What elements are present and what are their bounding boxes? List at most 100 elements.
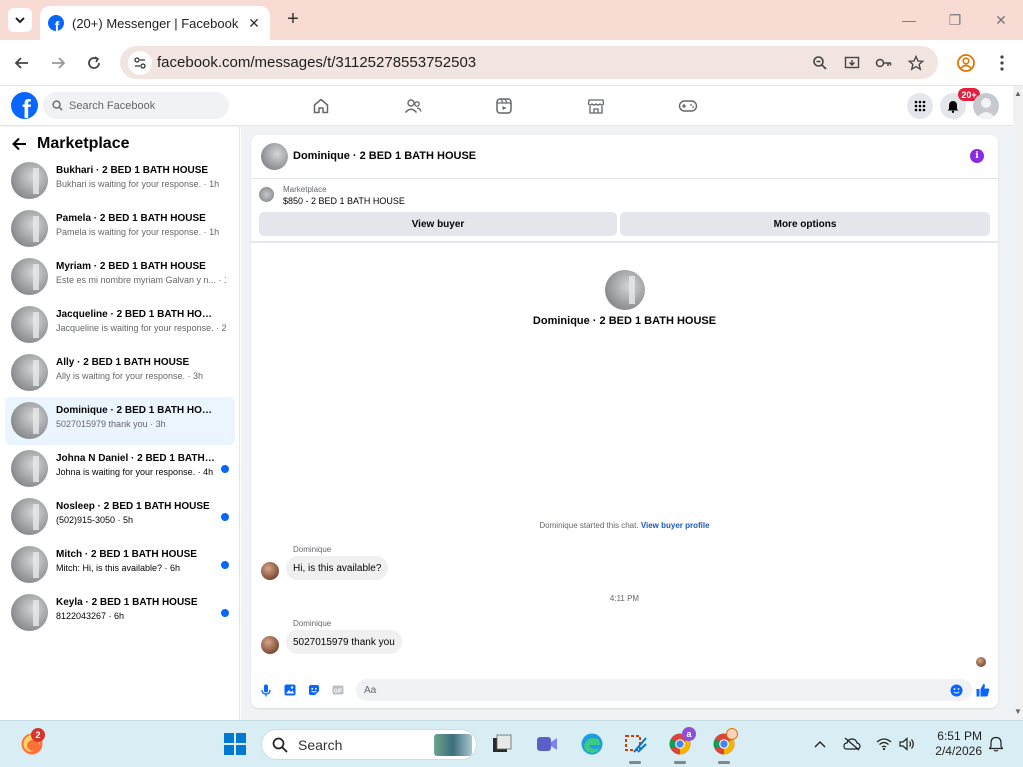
chat-avatar[interactable] xyxy=(261,143,288,170)
site-info-icon[interactable] xyxy=(128,51,152,75)
video-icon xyxy=(496,98,512,114)
nav-friends[interactable] xyxy=(403,96,423,116)
voice-clip-icon[interactable] xyxy=(259,683,273,697)
cloud-offline-icon[interactable] xyxy=(843,735,861,753)
conversation-avatar xyxy=(11,258,48,295)
new-tab-button[interactable]: + xyxy=(282,8,304,30)
message-avatar[interactable] xyxy=(261,562,279,580)
wifi-icon[interactable] xyxy=(875,735,893,753)
conversation-item[interactable]: Johna N Daniel · 2 BED 1 BATH H... Johna… xyxy=(5,445,235,493)
notification-center-bell-icon[interactable] xyxy=(987,735,1005,753)
conversation-avatar xyxy=(11,546,48,583)
conversation-name: Myriam · 2 BED 1 BATH HOUSE xyxy=(56,261,206,272)
browser-toolbar: facebook.com/messages/t/3112527855375250… xyxy=(0,40,1023,86)
sidebar-title: Marketplace xyxy=(37,135,130,152)
conversation-item[interactable]: Ally · 2 BED 1 BATH HOUSE Ally is waitin… xyxy=(5,349,235,397)
tab-close-icon[interactable]: ✕ xyxy=(246,15,262,32)
tab-search-button[interactable] xyxy=(8,8,32,32)
message-avatar[interactable] xyxy=(261,636,279,654)
conversation-item[interactable]: Pamela · 2 BED 1 BATH HOUSE Pamela is wa… xyxy=(5,205,235,253)
message-input[interactable]: Aa xyxy=(356,679,972,701)
facebook-favicon-icon: f xyxy=(48,15,64,31)
edge-taskbar-icon[interactable] xyxy=(579,731,605,757)
chrome-profile-avatar-badge xyxy=(726,728,738,740)
conversation-preview: Bukhari is waiting for your response. · … xyxy=(56,179,220,189)
chat-panel: Dominique · 2 BED 1 BATH HOUSE i Marketp… xyxy=(251,135,998,708)
profile-button[interactable] xyxy=(954,51,978,75)
view-buyer-profile-link[interactable]: View buyer profile xyxy=(641,521,710,530)
scroll-down-arrow[interactable]: ▼ xyxy=(1014,708,1022,716)
volume-icon[interactable] xyxy=(898,735,916,753)
facebook-search-input[interactable]: Search Facebook xyxy=(43,92,229,119)
close-window-button[interactable]: ✕ xyxy=(989,8,1013,32)
page-scrollbar[interactable] xyxy=(1013,86,1023,720)
default-user-icon xyxy=(976,98,996,119)
info-icon[interactable]: i xyxy=(970,149,984,163)
browser-tab-messenger[interactable]: f (20+) Messenger | Facebook ✕ xyxy=(40,6,270,40)
nav-marketplace[interactable] xyxy=(586,96,606,116)
sidebar-header: Marketplace xyxy=(12,133,130,155)
seen-indicator-avatar xyxy=(976,657,986,667)
message-bubble[interactable]: 5027015979 thank you xyxy=(286,630,402,654)
back-arrow-icon[interactable] xyxy=(12,137,27,151)
conversation-avatar xyxy=(11,450,48,487)
gif-icon[interactable]: GIF xyxy=(331,683,345,697)
start-button[interactable] xyxy=(222,731,248,757)
restore-button[interactable]: ❐ xyxy=(943,8,967,32)
chrome-profile-badge: a xyxy=(682,727,696,741)
conversation-item[interactable]: Jacqueline · 2 BED 1 BATH HOUSE Jacqueli… xyxy=(5,301,235,349)
back-button[interactable] xyxy=(10,51,34,75)
nav-home[interactable] xyxy=(311,96,331,116)
conversation-item-active[interactable]: Dominique · 2 BED 1 BATH HOUSE 502701597… xyxy=(5,397,235,445)
conversation-name: Dominique · 2 BED 1 BATH HOUSE xyxy=(56,405,216,416)
marketplace-icon xyxy=(587,99,605,114)
reload-button[interactable] xyxy=(82,51,106,75)
task-view-icon[interactable] xyxy=(489,731,515,757)
password-key-icon[interactable] xyxy=(873,52,895,74)
windows-taskbar: 2 Search a 6:51 PM 2/4/2026 xyxy=(0,720,1023,767)
system-clock[interactable]: 6:51 PM 2/4/2026 xyxy=(928,729,982,759)
conversation-item[interactable]: Myriam · 2 BED 1 BATH HOUSE Este es mi n… xyxy=(5,253,235,301)
minimize-button[interactable]: — xyxy=(897,8,921,32)
account-avatar[interactable] xyxy=(973,93,999,119)
chevron-down-icon xyxy=(15,17,25,24)
conversation-avatar xyxy=(11,210,48,247)
nav-gaming[interactable] xyxy=(678,96,698,116)
conversation-avatar xyxy=(11,306,48,343)
scroll-up-arrow[interactable]: ▲ xyxy=(1014,90,1022,98)
conversation-name: Pamela · 2 BED 1 BATH HOUSE xyxy=(56,213,206,224)
bookmark-star-icon[interactable] xyxy=(905,52,927,74)
taskbar-search-box[interactable]: Search xyxy=(261,729,477,760)
listing-thumbnail[interactable] xyxy=(259,187,274,202)
conversation-preview: Pamela is waiting for your response. · 1… xyxy=(56,227,220,237)
message-bubble[interactable]: Hi, is this available? xyxy=(286,556,389,580)
emoji-icon[interactable] xyxy=(949,683,963,697)
conversation-item[interactable]: Mitch · 2 BED 1 BATH HOUSE Mitch: Hi, is… xyxy=(5,541,235,589)
conversation-item[interactable]: Keyla · 2 BED 1 BATH HOUSE 8122043267 · … xyxy=(5,589,235,637)
arrow-right-icon xyxy=(52,57,66,69)
time-separator: 4:11 PM xyxy=(609,594,640,603)
meet-app-icon[interactable] xyxy=(534,731,560,757)
install-app-icon[interactable] xyxy=(841,52,863,74)
conversation-item[interactable]: Bukhari · 2 BED 1 BATH HOUSE Bukhari is … xyxy=(5,157,235,205)
sticker-icon[interactable] xyxy=(307,683,321,697)
address-bar[interactable]: facebook.com/messages/t/3112527855375250… xyxy=(120,46,938,79)
unread-dot xyxy=(221,465,229,473)
show-hidden-icons-chevron-up-icon[interactable] xyxy=(811,735,829,753)
browser-menu-button[interactable] xyxy=(990,51,1014,75)
menu-button[interactable] xyxy=(907,93,933,119)
chat-title[interactable]: Dominique · 2 BED 1 BATH HOUSE xyxy=(293,150,476,162)
view-buyer-button[interactable]: View buyer xyxy=(259,212,617,236)
conversation-name: Mitch · 2 BED 1 BATH HOUSE xyxy=(56,549,197,560)
photo-icon[interactable] xyxy=(283,683,297,697)
facebook-logo[interactable]: f xyxy=(11,92,38,119)
contact-avatar-large[interactable] xyxy=(605,270,645,310)
nav-watch[interactable] xyxy=(494,96,514,116)
like-thumb-icon[interactable] xyxy=(976,683,990,697)
zoom-icon[interactable] xyxy=(809,52,831,74)
conversation-item[interactable]: Nosleep · 2 BED 1 BATH HOUSE (502)915-30… xyxy=(5,493,235,541)
snipping-tool-icon[interactable] xyxy=(623,731,649,757)
more-options-button[interactable]: More options xyxy=(620,212,990,236)
conversation-preview: (502)915-3050 · 5h xyxy=(56,515,134,525)
forward-button[interactable] xyxy=(46,51,70,75)
